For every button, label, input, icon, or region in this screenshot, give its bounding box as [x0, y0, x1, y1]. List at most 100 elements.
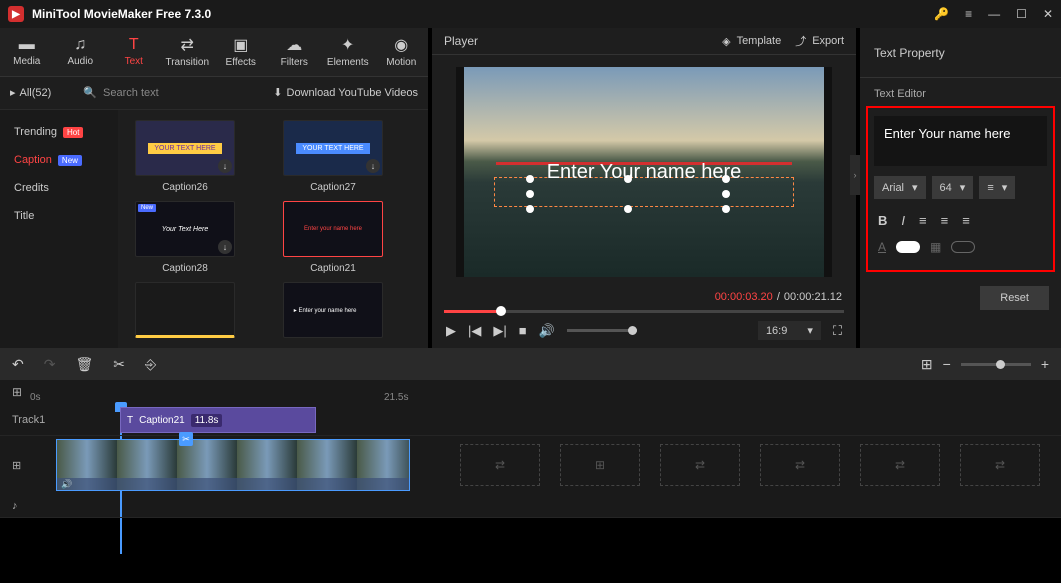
align-center-button[interactable]: ≡ [941, 213, 949, 228]
line-height-select[interactable]: ≡▾ [979, 176, 1015, 199]
align-left-button[interactable]: ≡ [919, 213, 927, 228]
split-marker-icon[interactable]: ✂ [179, 432, 193, 446]
bold-button[interactable]: B [878, 213, 887, 228]
volume-slider[interactable] [567, 329, 637, 332]
timeline-ruler[interactable]: ⊞ 0s 21.5s [0, 380, 1061, 404]
download-youtube-link[interactable]: ⬇Download YouTube Videos [273, 86, 418, 99]
thumb-caption26[interactable]: YOUR TEXT HERE↓ Caption26 [126, 120, 244, 193]
transition-drop[interactable]: ⇄ [760, 444, 840, 486]
seek-bar[interactable] [444, 305, 844, 313]
hot-badge: Hot [63, 127, 83, 138]
license-key-icon[interactable]: 🔑 [934, 7, 949, 21]
resize-handle[interactable] [722, 205, 730, 213]
app-title: MiniTool MovieMaker Free 7.3.0 [32, 7, 934, 21]
time-display: 00:00:03.20 / 00:00:21.12 [432, 289, 856, 305]
download-icon[interactable]: ↓ [218, 240, 232, 254]
search-input[interactable]: 🔍Search text [83, 86, 261, 99]
zoom-out-button[interactable]: − [943, 356, 951, 372]
tab-motion[interactable]: ◉Motion [375, 28, 429, 76]
transition-drop[interactable]: ⇄ [460, 444, 540, 486]
tab-effects[interactable]: ▣Effects [214, 28, 268, 76]
text-track[interactable]: Track1 T Caption21 11.8s [0, 404, 1061, 436]
preview-area[interactable]: Enter Your name here [456, 67, 832, 277]
redo-button[interactable]: ↷ [44, 356, 56, 373]
text-content-input[interactable]: Enter Your name here [874, 116, 1047, 166]
timeline-toolbar: ↶ ↷ 🗑 ✂ ⎆ ⊞ − + [0, 348, 1061, 380]
next-frame-button[interactable]: ▶| [493, 323, 506, 339]
video-clip[interactable]: ✂ 🔊 [56, 439, 410, 491]
transition-drop[interactable]: ⇄ [960, 444, 1040, 486]
fit-timeline-icon[interactable]: ⊞ [921, 356, 933, 373]
thumb-caption28[interactable]: NewYour Text Here↓ Caption28 [126, 201, 244, 274]
size-select[interactable]: 64▾ [932, 176, 974, 199]
tab-audio[interactable]: ♫Audio [54, 28, 108, 76]
prev-frame-button[interactable]: |◀ [468, 323, 481, 339]
download-icon[interactable]: ↓ [366, 159, 380, 173]
motion-icon: ◉ [394, 35, 408, 55]
reset-button[interactable]: Reset [980, 286, 1049, 310]
category-credits[interactable]: Credits [0, 174, 118, 202]
category-caption[interactable]: CaptionNew [0, 146, 118, 174]
maximize-icon[interactable]: ☐ [1016, 7, 1027, 21]
library-toolbar: ▬Media ♫Audio TText ⇄Transition ▣Effects… [0, 28, 428, 77]
download-icon[interactable]: ↓ [218, 159, 232, 173]
tab-media[interactable]: ▬Media [0, 28, 54, 76]
template-button[interactable]: ◈Template [722, 35, 781, 48]
thumb-extra-2[interactable]: ▸ Enter your name here [274, 282, 392, 338]
caption-clip[interactable]: T Caption21 11.8s [120, 407, 316, 433]
video-track[interactable]: ⊞ ✂ 🔊 ⇄ ⊞ ⇄ ⇄ ⇄ ⇄ [0, 436, 1061, 494]
undo-button[interactable]: ↶ [12, 356, 24, 373]
current-time: 00:00:03.20 [715, 291, 773, 303]
export-button[interactable]: ⤴Export [795, 33, 844, 49]
split-button[interactable]: ✂ [113, 356, 125, 373]
minimize-icon[interactable]: — [988, 7, 1000, 21]
export-icon: ⤴ [795, 33, 806, 49]
music-icon: ♫ [74, 36, 86, 54]
resize-handle[interactable] [624, 205, 632, 213]
stack-icon: ▣ [233, 35, 248, 55]
chevron-down-icon: ▾ [960, 181, 966, 194]
aspect-ratio-select[interactable]: 16:9▾ [758, 321, 821, 340]
align-right-button[interactable]: ≡ [962, 213, 970, 228]
tab-transition[interactable]: ⇄Transition [161, 28, 215, 76]
bg-color-label-icon: ▦ [930, 240, 941, 254]
stop-button[interactable]: ■ [519, 323, 527, 338]
crop-button[interactable]: ⎆ [145, 356, 156, 373]
play-button[interactable]: ▶ [446, 323, 456, 339]
italic-button[interactable]: I [901, 213, 905, 228]
filter-all[interactable]: ▸All(52) [10, 86, 51, 99]
media-drop[interactable]: ⊞ [560, 444, 640, 486]
fullscreen-button[interactable]: ⛶ [833, 323, 842, 339]
menu-icon[interactable]: ≡ [965, 7, 972, 21]
zoom-in-button[interactable]: + [1041, 356, 1049, 372]
add-track-button[interactable]: ⊞ [12, 385, 30, 399]
delete-button[interactable]: 🗑 [75, 356, 93, 373]
resize-handle[interactable] [526, 205, 534, 213]
tab-text[interactable]: TText [107, 28, 161, 76]
transition-drop[interactable]: ⇄ [660, 444, 740, 486]
panel-expand-handle[interactable]: › [850, 155, 860, 195]
thumb-caption21[interactable]: Enter your name here Caption21 [274, 201, 392, 274]
volume-icon[interactable]: 🔊 [539, 323, 555, 339]
thumb-extra-1[interactable] [126, 282, 244, 338]
transition-drop[interactable]: ⇄ [860, 444, 940, 486]
audio-track[interactable]: ♪ [0, 494, 1061, 518]
video-track-icon: ⊞ [0, 459, 52, 472]
tab-elements[interactable]: ✦Elements [321, 28, 375, 76]
text-color-swatch[interactable] [896, 241, 920, 253]
highlight-box: Enter Your name here Arial▾ 64▾ ≡▾ B I ≡… [866, 106, 1055, 272]
preview-text[interactable]: Enter Your name here [547, 161, 742, 184]
player-title: Player [444, 34, 708, 48]
tab-filters[interactable]: ☁Filters [268, 28, 322, 76]
thumb-caption27[interactable]: YOUR TEXT HERE↓ Caption27 [274, 120, 392, 193]
titlebar: ▶ MiniTool MovieMaker Free 7.3.0 🔑 ≡ — ☐… [0, 0, 1061, 28]
font-select[interactable]: Arial▾ [874, 176, 926, 199]
track-label: Track1 [0, 414, 52, 426]
category-trending[interactable]: TrendingHot [0, 118, 118, 146]
category-title[interactable]: Title [0, 202, 118, 230]
zoom-slider[interactable] [961, 363, 1031, 366]
swap-icon: ⇄ [181, 35, 194, 55]
bg-color-swatch[interactable] [951, 241, 975, 253]
ruler-mark: 21.5s [384, 392, 408, 403]
close-icon[interactable]: ✕ [1043, 7, 1053, 21]
